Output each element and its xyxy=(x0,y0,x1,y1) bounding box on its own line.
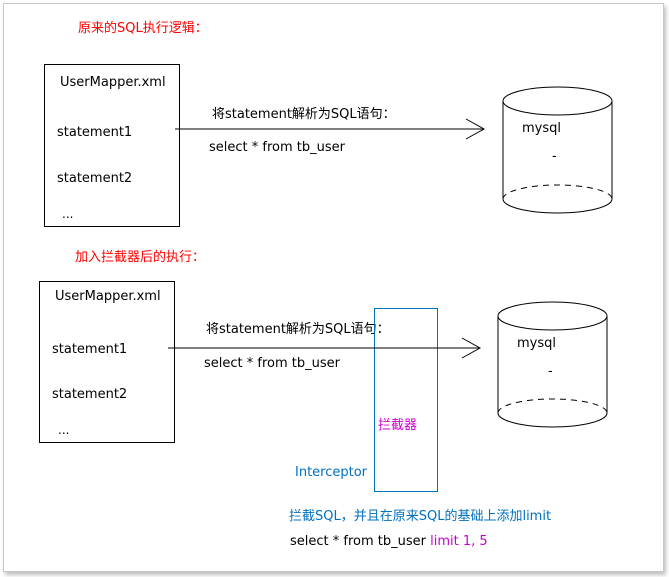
top-arrow xyxy=(175,118,486,140)
diagram-canvas: 原来的SQL执行逻辑： UserMapper.xml statement1 st… xyxy=(0,0,669,577)
bottom-database-icon xyxy=(497,301,608,428)
diagram-shapes xyxy=(168,86,613,428)
bottom-arrow xyxy=(168,337,482,359)
top-database-icon xyxy=(502,86,613,214)
